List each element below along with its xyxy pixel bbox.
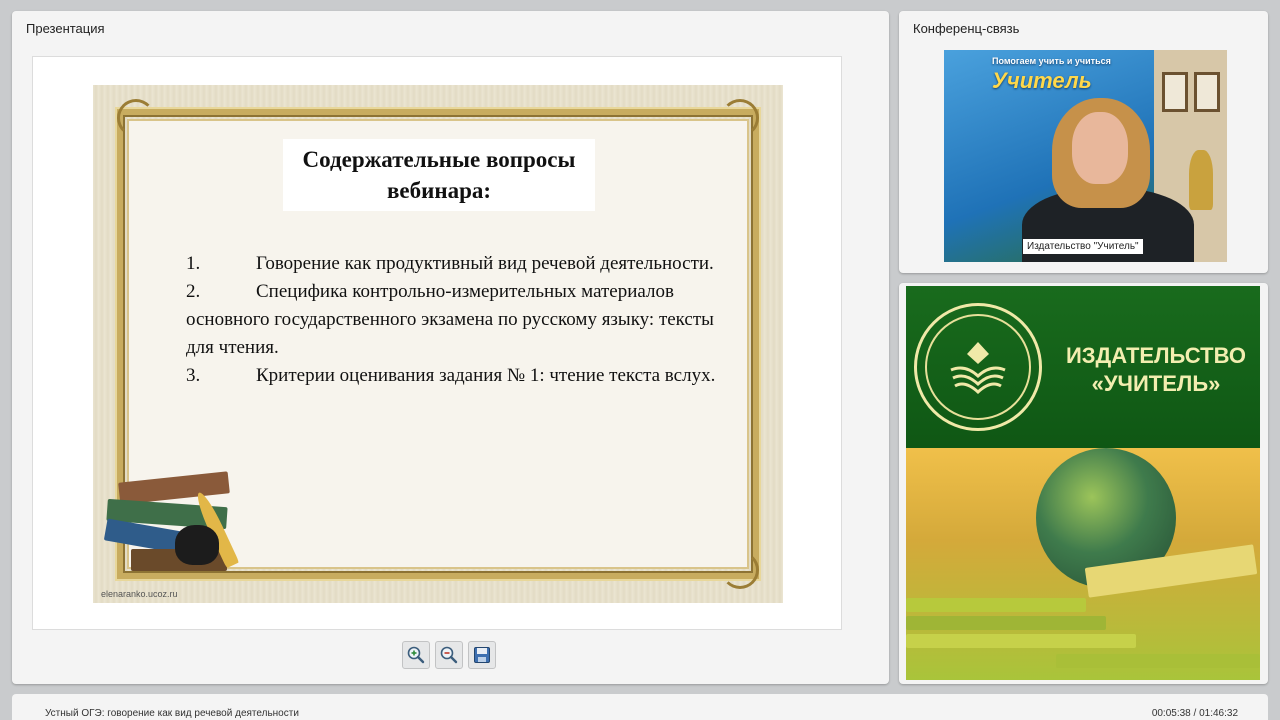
playback-time: 00:05:38 / 01:46:32 (1151, 708, 1238, 719)
publisher-name: ИЗДАТЕЛЬСТВО «УЧИТЕЛЬ» (1065, 343, 1247, 396)
publisher-banner: ИЗДАТЕЛЬСТВО «УЧИТЕЛЬ» (906, 286, 1260, 448)
zoom-out-icon (440, 646, 458, 664)
frame-ornament-icon (117, 99, 155, 137)
inkwell-icon (175, 525, 219, 565)
book-stack-icon (906, 634, 1136, 648)
question-text: Говорение как продуктивный вид речевой д… (256, 253, 714, 274)
presentation-panel: Презентация Содержательные вопросы вебин… (12, 11, 889, 684)
banner-brand: Учитель (992, 68, 1092, 93)
publisher-panel: ИЗДАТЕЛЬСТВО «УЧИТЕЛЬ» (899, 283, 1268, 684)
speaker-name-label: Издательство "Учитель" (1023, 239, 1143, 254)
zoom-in-icon (407, 646, 425, 664)
presentation-title: Презентация (26, 21, 105, 36)
slide-heading: Содержательные вопросы вебинара: (283, 139, 595, 211)
zoom-in-button[interactable] (402, 641, 430, 669)
zoom-out-button[interactable] (435, 641, 463, 669)
question-number: 2. (186, 281, 201, 302)
conference-panel: Конференц-связь Помогаем учить и учиться… (899, 11, 1268, 273)
question-text: Критерии оценивания задания № 1: чтение … (256, 365, 716, 386)
slide-watermark: elenaranko.ucoz.ru (101, 589, 178, 599)
book-stack-icon (906, 616, 1106, 630)
slide-question-item: 1. Говорение как продуктивный вид речевой… (186, 250, 726, 278)
banner-slogan: Помогаем учить и учиться (992, 56, 1111, 66)
conference-title: Конференц-связь (913, 21, 1020, 36)
save-button[interactable] (468, 641, 496, 669)
publisher-logo-icon (914, 303, 1042, 431)
trophy-icon (1189, 150, 1213, 210)
speaker-video[interactable]: Помогаем учить и учиться Учитель Издател… (944, 50, 1227, 262)
wall-certificate-icon (1162, 72, 1188, 112)
slide-toolbar (402, 641, 496, 669)
question-number: 3. (186, 365, 201, 386)
slide-question-item: 3. Критерии оценивания задания № 1: чтени… (186, 362, 726, 390)
slide-viewport: Содержательные вопросы вебинара: 1. Говор… (32, 56, 842, 630)
frame-ornament-icon (721, 551, 759, 589)
slide: Содержательные вопросы вебинара: 1. Говор… (93, 85, 783, 603)
slide-question-item: 2. Специфика контрольно-измерительных мат… (186, 278, 726, 362)
book-icon (118, 471, 230, 505)
frame-ornament-icon (721, 99, 759, 137)
question-text: Специфика контрольно-измерительных матер… (186, 281, 714, 358)
open-book-logo-icon (950, 342, 1006, 395)
speaker-face (1072, 112, 1128, 184)
books-inkwell-illustration (101, 469, 251, 579)
book-stack-icon (906, 598, 1086, 612)
book-stack-icon (1056, 654, 1260, 668)
player-footer: Устный ОГЭ: говорение как вид речевой де… (12, 694, 1268, 720)
save-icon (474, 647, 490, 663)
slide-question-list: 1. Говорение как продуктивный вид речевой… (186, 250, 726, 390)
wall-certificate-icon (1194, 72, 1220, 112)
question-number: 1. (186, 253, 201, 274)
webinar-title: Устный ОГЭ: говорение как вид речевой де… (45, 708, 299, 719)
publisher-books-photo (906, 448, 1260, 680)
